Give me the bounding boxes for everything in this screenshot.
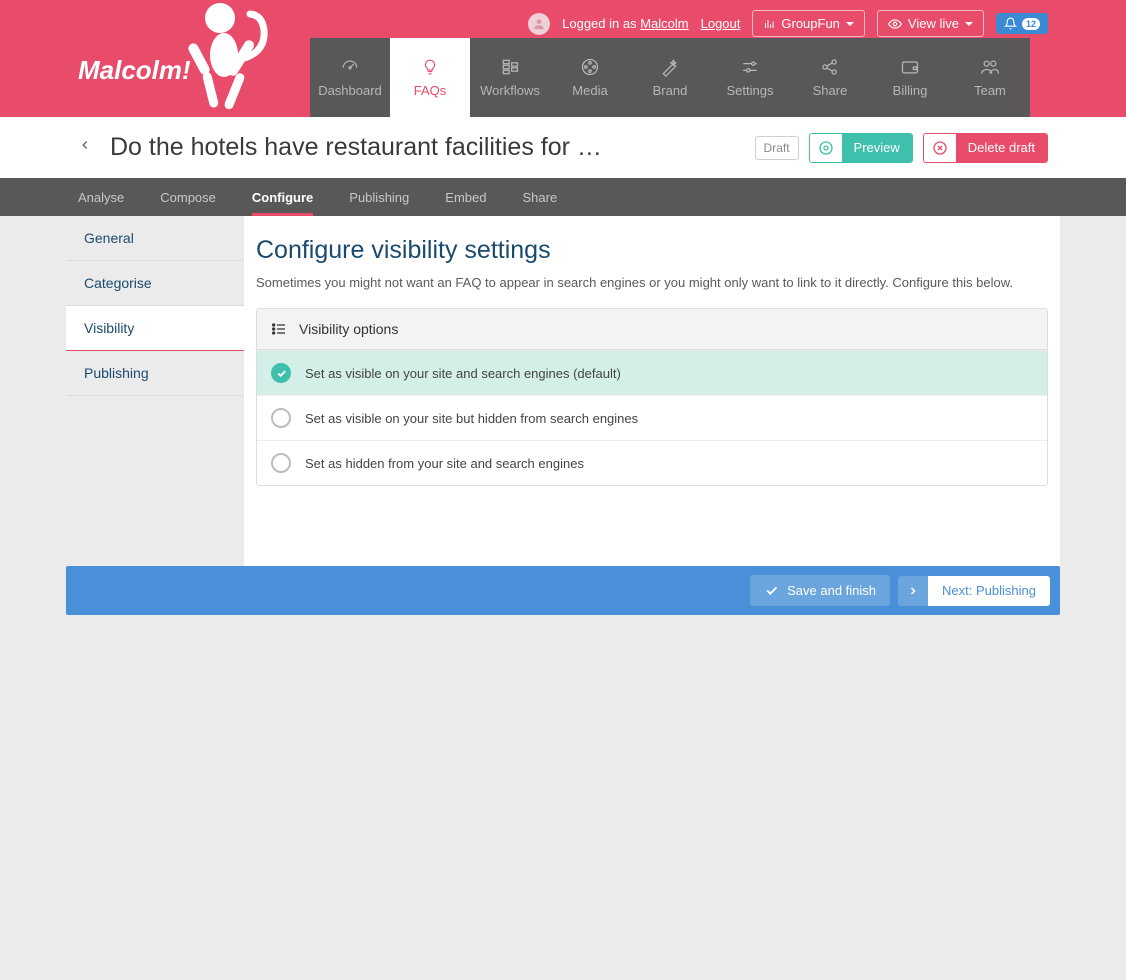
sidebar-item-general[interactable]: General <box>66 216 244 261</box>
layers-icon <box>500 57 520 77</box>
radio-selected-icon <box>271 363 291 383</box>
subtab-analyse[interactable]: Analyse <box>78 178 124 216</box>
nav-dashboard[interactable]: Dashboard <box>310 38 390 117</box>
radio-unselected-icon <box>271 453 291 473</box>
monkey-icon <box>176 0 281 117</box>
wand-icon <box>660 57 680 77</box>
title-row: Do the hotels have restaurant facilities… <box>0 117 1126 178</box>
chevron-left-icon <box>78 136 92 154</box>
nav-brand[interactable]: Brand <box>630 38 710 117</box>
radio-unselected-icon <box>271 408 291 428</box>
team-icon <box>979 57 1001 77</box>
lightbulb-icon <box>421 57 439 77</box>
visibility-option-hidden-all[interactable]: Set as hidden from your site and search … <box>257 440 1047 485</box>
sidebar-item-publishing[interactable]: Publishing <box>66 351 244 396</box>
panel-title: Configure visibility settings <box>256 236 1048 265</box>
nav-settings[interactable]: Settings <box>710 38 790 117</box>
sliders-icon <box>740 57 760 77</box>
brand-logo[interactable]: Malcolm! <box>78 55 191 86</box>
next-button[interactable]: Next: Publishing <box>898 576 1050 606</box>
user-link[interactable]: Malcolm <box>640 16 688 31</box>
subtab-configure[interactable]: Configure <box>252 178 313 216</box>
title-actions: Draft Preview Delete draft <box>755 133 1048 163</box>
top-controls: Logged in as Malcolm Logout GroupFun Vie… <box>528 10 1048 37</box>
list-icon <box>271 321 287 337</box>
main-nav: Dashboard FAQs Workflows Media Brand Set… <box>310 38 1030 117</box>
reel-icon <box>580 57 600 77</box>
subtab-share[interactable]: Share <box>522 178 557 216</box>
nav-workflows[interactable]: Workflows <box>470 38 550 117</box>
content: General Categorise Visibility Publishing… <box>0 216 1126 566</box>
visibility-options-card: Visibility options Set as visible on you… <box>256 308 1048 486</box>
logo-area: Malcolm! <box>0 0 310 117</box>
gauge-icon <box>339 58 361 76</box>
eye-icon <box>888 17 902 31</box>
sub-tabs: Analyse Compose Configure Publishing Emb… <box>0 178 1126 216</box>
logout-link[interactable]: Logout <box>701 16 741 31</box>
subtab-publishing[interactable]: Publishing <box>349 178 409 216</box>
share-icon <box>820 57 840 77</box>
sidebar-item-categorise[interactable]: Categorise <box>66 261 244 306</box>
option-label: Set as visible on your site but hidden f… <box>305 411 638 426</box>
nav-billing[interactable]: Billing <box>870 38 950 117</box>
view-live-button[interactable]: View live <box>877 10 984 37</box>
bars-icon <box>763 18 775 30</box>
sidebar: General Categorise Visibility Publishing <box>66 216 244 566</box>
visibility-option-hidden-search[interactable]: Set as visible on your site but hidden f… <box>257 395 1047 440</box>
notifications-button[interactable]: 12 <box>996 13 1048 34</box>
nav-share[interactable]: Share <box>790 38 870 117</box>
back-button[interactable] <box>78 136 92 159</box>
footer-bar: Save and finish Next: Publishing <box>66 566 1060 615</box>
sidebar-item-visibility[interactable]: Visibility <box>66 306 244 351</box>
main-panel: Configure visibility settings Sometimes … <box>244 216 1060 566</box>
nav-team[interactable]: Team <box>950 38 1030 117</box>
delete-circle-icon <box>932 140 948 156</box>
option-label: Set as hidden from your site and search … <box>305 456 584 471</box>
nav-media[interactable]: Media <box>550 38 630 117</box>
logged-in-label: Logged in as Malcolm <box>562 16 688 31</box>
wallet-icon <box>900 57 920 77</box>
chevron-right-icon <box>907 584 919 598</box>
nav-faqs[interactable]: FAQs <box>390 38 470 117</box>
delete-button[interactable]: Delete draft <box>923 133 1048 163</box>
notification-count: 12 <box>1022 18 1040 30</box>
save-button[interactable]: Save and finish <box>750 575 890 606</box>
eye-circle-icon <box>818 140 834 156</box>
check-icon <box>764 583 779 598</box>
panel-description: Sometimes you might not want an FAQ to a… <box>256 275 1048 290</box>
subtab-compose[interactable]: Compose <box>160 178 216 216</box>
avatar <box>528 13 550 35</box>
visibility-option-visible[interactable]: Set as visible on your site and search e… <box>257 350 1047 395</box>
top-bar: Logged in as Malcolm Logout GroupFun Vie… <box>0 0 1126 117</box>
chevron-down-icon <box>965 22 973 26</box>
options-header: Visibility options <box>257 309 1047 350</box>
org-switcher[interactable]: GroupFun <box>752 10 865 37</box>
option-label: Set as visible on your site and search e… <box>305 366 621 381</box>
page-title: Do the hotels have restaurant facilities… <box>110 133 737 162</box>
bell-icon <box>1004 17 1017 30</box>
chevron-down-icon <box>846 22 854 26</box>
status-badge: Draft <box>755 136 799 160</box>
preview-button[interactable]: Preview <box>809 133 913 163</box>
subtab-embed[interactable]: Embed <box>445 178 486 216</box>
